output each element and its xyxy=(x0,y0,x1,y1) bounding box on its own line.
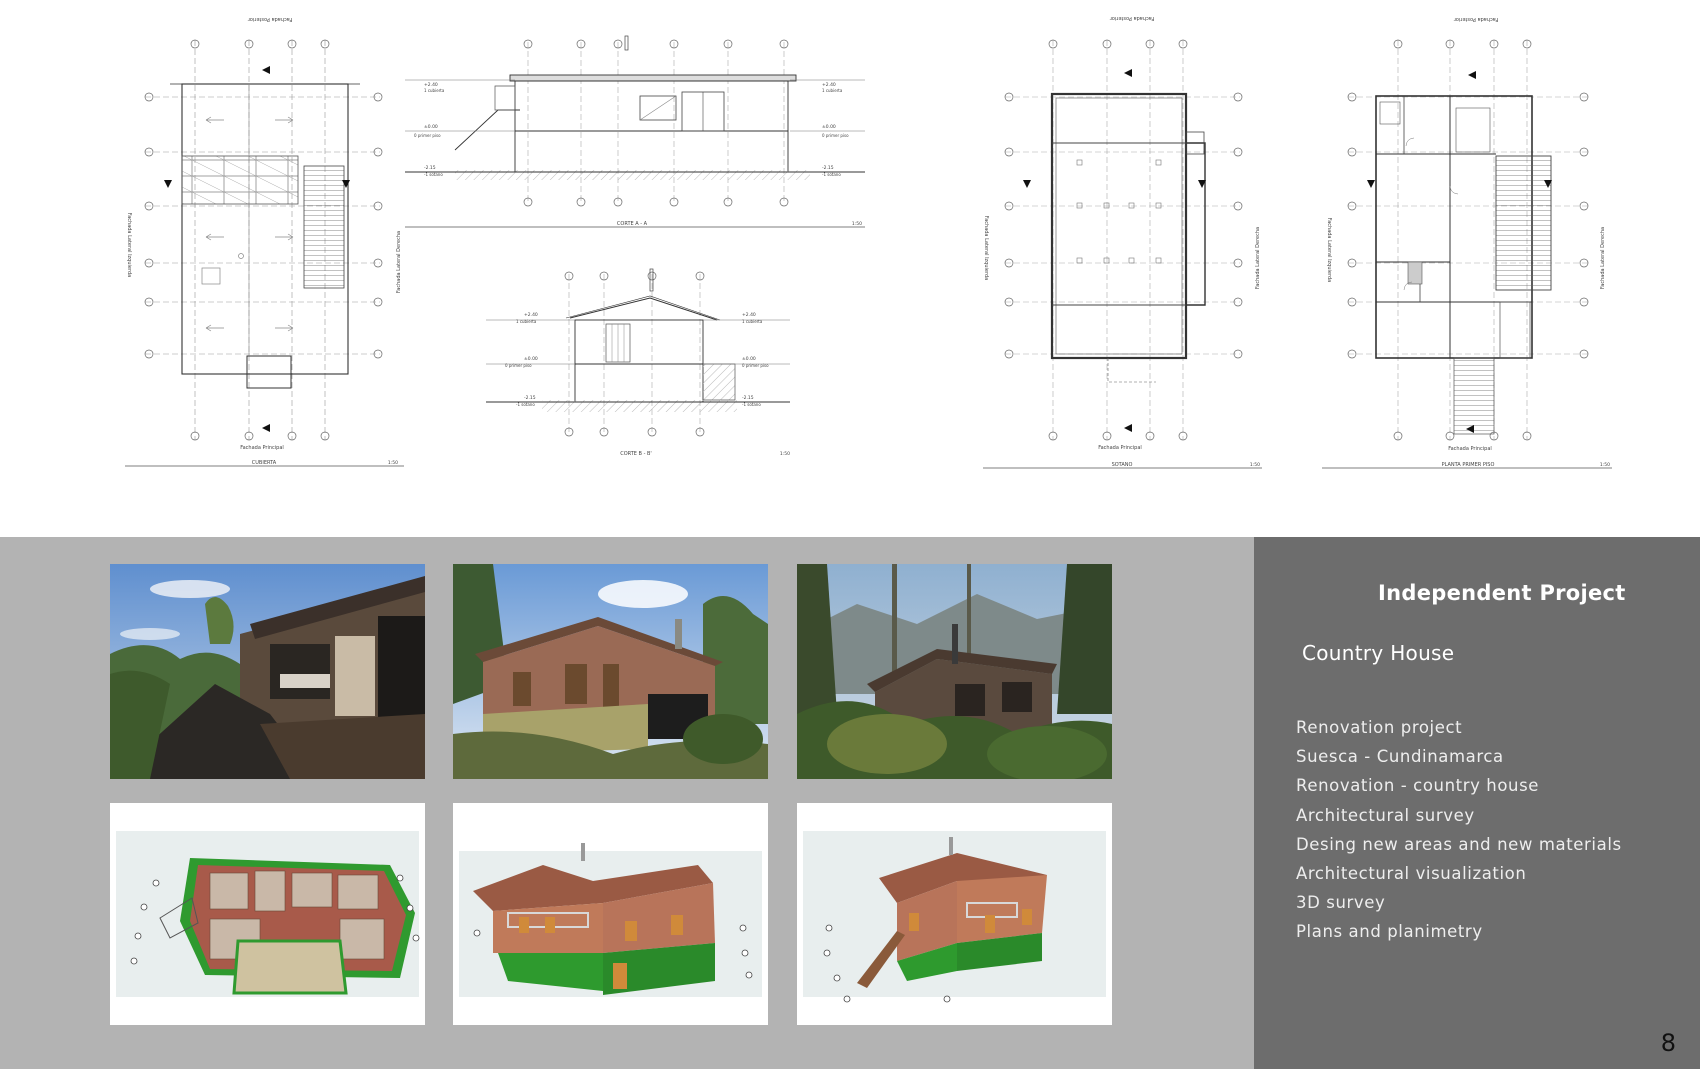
render-3d-side-view xyxy=(797,803,1112,1025)
roof-plan: CUBIERTA 1:50 Fachada Posterior Fachada … xyxy=(125,16,404,467)
roof-plan-facade-right: Fachada Lateral Derecha xyxy=(396,231,402,293)
first-floor-plan-scale: 1:50 xyxy=(1600,462,1610,468)
section-a-level-bottom-right: -2.15 xyxy=(822,165,834,171)
project-title: Independent Project xyxy=(1378,581,1626,605)
section-b-level-bottom-right: -2.15 xyxy=(742,395,754,401)
section-b-note-top-right: 1 cubierta xyxy=(742,319,763,324)
section-a-note-top-left: 1 cubierta xyxy=(424,88,445,93)
section-a-note-top-right: 1 cubierta xyxy=(822,88,843,93)
site-photo-brick-house xyxy=(453,564,768,779)
first-floor-plan-facade-left: Fachada Lateral Izquierda xyxy=(1326,218,1332,282)
page-number: 8 xyxy=(1660,1029,1676,1057)
section-a-scale: 1:50 xyxy=(852,221,862,227)
first-floor-plan-facade-bottom: Fachada Principal xyxy=(1448,446,1492,452)
scope-item: Renovation - country house xyxy=(1296,776,1540,796)
site-photo-brick-house-image xyxy=(453,564,768,779)
scope-item: Architectural visualization xyxy=(1296,864,1527,884)
basement-plan-facade-bottom: Fachada Principal xyxy=(1098,445,1142,451)
section-b-level-top-right: +2.40 xyxy=(742,312,756,318)
section-a-note-bottom-right: -1 sotano xyxy=(822,172,841,177)
roof-plan-facade-bottom: Fachada Principal xyxy=(240,445,284,451)
render-3d-front-view-image xyxy=(459,843,762,997)
scope-item: Architectural survey xyxy=(1296,805,1475,825)
section-a-level-mid-left: ±0.00 xyxy=(424,124,438,130)
render-3d-front-view xyxy=(453,803,768,1025)
basement-plan-scale: 1:50 xyxy=(1250,462,1260,468)
basement-plan-facade-top: Fachada Posterior xyxy=(1109,15,1154,21)
section-b-note-mid-right: 0 primer piso xyxy=(742,363,769,368)
section-a-note-bottom-left: -1 sotano xyxy=(424,172,443,177)
scope-item: Renovation project xyxy=(1296,718,1463,737)
basement-plan: SOTANO 1:50 Fachada Posterior Fachada Pr… xyxy=(983,15,1262,469)
basement-plan-facade-left: Fachada Lateral Izquierda xyxy=(983,216,989,280)
section-b-note-bottom-right: -1 sotano xyxy=(742,402,761,407)
basement-plan-title: SOTANO xyxy=(1112,462,1133,468)
section-a-level-bottom-left: -2.15 xyxy=(424,165,436,171)
scope-item: 3D survey xyxy=(1296,893,1386,913)
section-a-note-mid-left: 0 primer piso xyxy=(414,133,441,138)
project-scope-list: Renovation project Suesca - Cundinamarca… xyxy=(1296,713,1622,947)
section-a: +2.40 ±0.00 -2.15 1 cubierta 0 primer pi… xyxy=(405,35,865,228)
basement-plan-facade-right: Fachada Lateral Derecha xyxy=(1255,227,1261,289)
project-info-panel: Independent Project Country House Renova… xyxy=(1254,537,1700,1069)
section-b-level-mid-right: ±0.00 xyxy=(742,356,756,362)
first-floor-plan-facade-top: Fachada Posterior xyxy=(1453,16,1498,22)
section-b-level-top-left: +2.40 xyxy=(524,312,538,318)
scope-item: Desing new areas and new materials xyxy=(1296,834,1622,854)
image-gallery xyxy=(0,537,1254,1069)
section-b: +2.40 ±0.00 -2.15 1 cubierta 0 primer pi… xyxy=(486,268,790,457)
scope-item: Plans and planimetry xyxy=(1296,922,1483,942)
render-3d-side-view-image xyxy=(803,831,1106,1003)
section-b-level-mid-left: ±0.00 xyxy=(524,356,538,362)
render-3d-floor-cutaway xyxy=(110,803,425,1025)
first-floor-plan-title: PLANTA PRIMER PISO xyxy=(1442,462,1495,468)
render-3d-floor-cutaway-image xyxy=(116,831,420,997)
section-b-title: CORTE B - B' xyxy=(620,451,652,457)
project-subtitle: Country House xyxy=(1302,641,1455,665)
roof-plan-scale: 1:50 xyxy=(388,460,398,466)
site-photo-forest-house xyxy=(797,564,1112,779)
roof-plan-facade-top: Fachada Posterior xyxy=(247,16,292,22)
section-b-level-bottom-left: -2.15 xyxy=(524,395,536,401)
scope-item: Suesca - Cundinamarca xyxy=(1296,747,1504,767)
architectural-drawings-sheet: CUBIERTA 1:50 Fachada Posterior Fachada … xyxy=(0,0,1700,537)
section-a-note-mid-right: 0 primer piso xyxy=(822,133,849,138)
first-floor-plan-facade-right: Fachada Lateral Derecha xyxy=(1600,227,1606,289)
section-b-note-mid-left: 0 primer piso xyxy=(505,363,532,368)
section-b-note-top-left: 1 cubierta xyxy=(516,319,537,324)
drawings-svg: CUBIERTA 1:50 Fachada Posterior Fachada … xyxy=(125,15,1612,469)
roof-plan-facade-left: Fachada Lateral Izquierda xyxy=(126,213,132,277)
site-photo-forest-house-image xyxy=(797,564,1112,779)
site-photo-terrace xyxy=(110,564,425,779)
section-b-note-bottom-left: -1 sotano xyxy=(516,402,535,407)
roof-plan-title: CUBIERTA xyxy=(252,460,277,466)
section-a-level-mid-right: ±0.00 xyxy=(822,124,836,130)
first-floor-plan: PLANTA PRIMER PISO 1:50 Fachada Posterio… xyxy=(1322,16,1612,469)
section-a-title: CORTE A - A xyxy=(617,221,648,227)
section-b-scale: 1:50 xyxy=(780,451,790,457)
site-photo-terrace-image xyxy=(110,564,425,779)
